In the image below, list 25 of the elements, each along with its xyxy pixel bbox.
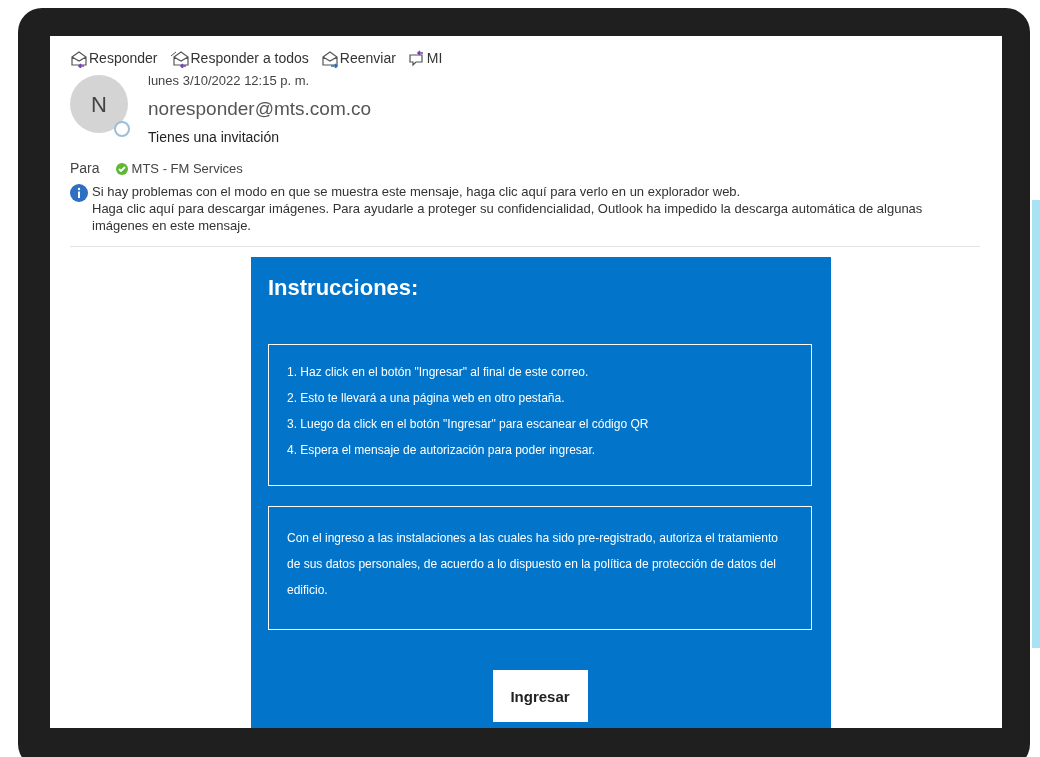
reply-icon [70,49,88,68]
chat-icon [407,49,426,68]
avatar: N [70,75,128,133]
forward-icon [320,49,339,68]
toolbar-button[interactable]: Reenviar [320,48,396,69]
toolbar-button[interactable]: Responder [70,48,158,69]
message-date: lunes 3/10/2022 12:15 p. m. [148,72,311,90]
toolbar-button[interactable]: MI [407,48,443,69]
instructions-title: Instrucciones: [268,274,420,302]
enter-button[interactable]: Ingresar [492,670,588,722]
toolbar-button[interactable]: Responder a todos [169,48,309,69]
to-label: Para [70,159,100,178]
info-icon [70,184,88,202]
presence-indicator [114,121,130,137]
step-text: 1. Haz click en el botón "Ingresar" al final de este correo. [287,364,590,381]
info-message[interactable]: Si hay problemas con el modo en que se muestra este mensaje, haga clic aquí para verlo en un explorador web. [92,183,980,200]
sender-address: noresponder@mts.com.co [148,96,372,121]
step-text: 2. Esto te llevará a una página web en otro pestaña. [287,390,566,407]
consent-text: Con el ingreso a las instalaciones a las cuales ha sido pre-registrado, autoriza el tratamiento de sus datos personales, de acuerdo a lo dispuesto en la política de protección de datos del edificio. [287,530,779,599]
step-text: 3. Luego da click en el botón "Ingresar" para escanear el código QR [287,416,650,433]
message-subject: Tienes una invitación [148,128,280,147]
info-message[interactable]: Haga clic aquí para descargar imágenes. Para ayudarle a proteger su confidencialidad, Outlook ha impedido la descarga automática de algunas imágenes en este mensaje. [92,200,980,234]
step-text: 4. Espera el mensaje de autorización para poder ingresar. [287,442,597,459]
recipient-name[interactable]: MTS - FM Services [131,158,243,179]
reply-all-icon [169,49,190,68]
